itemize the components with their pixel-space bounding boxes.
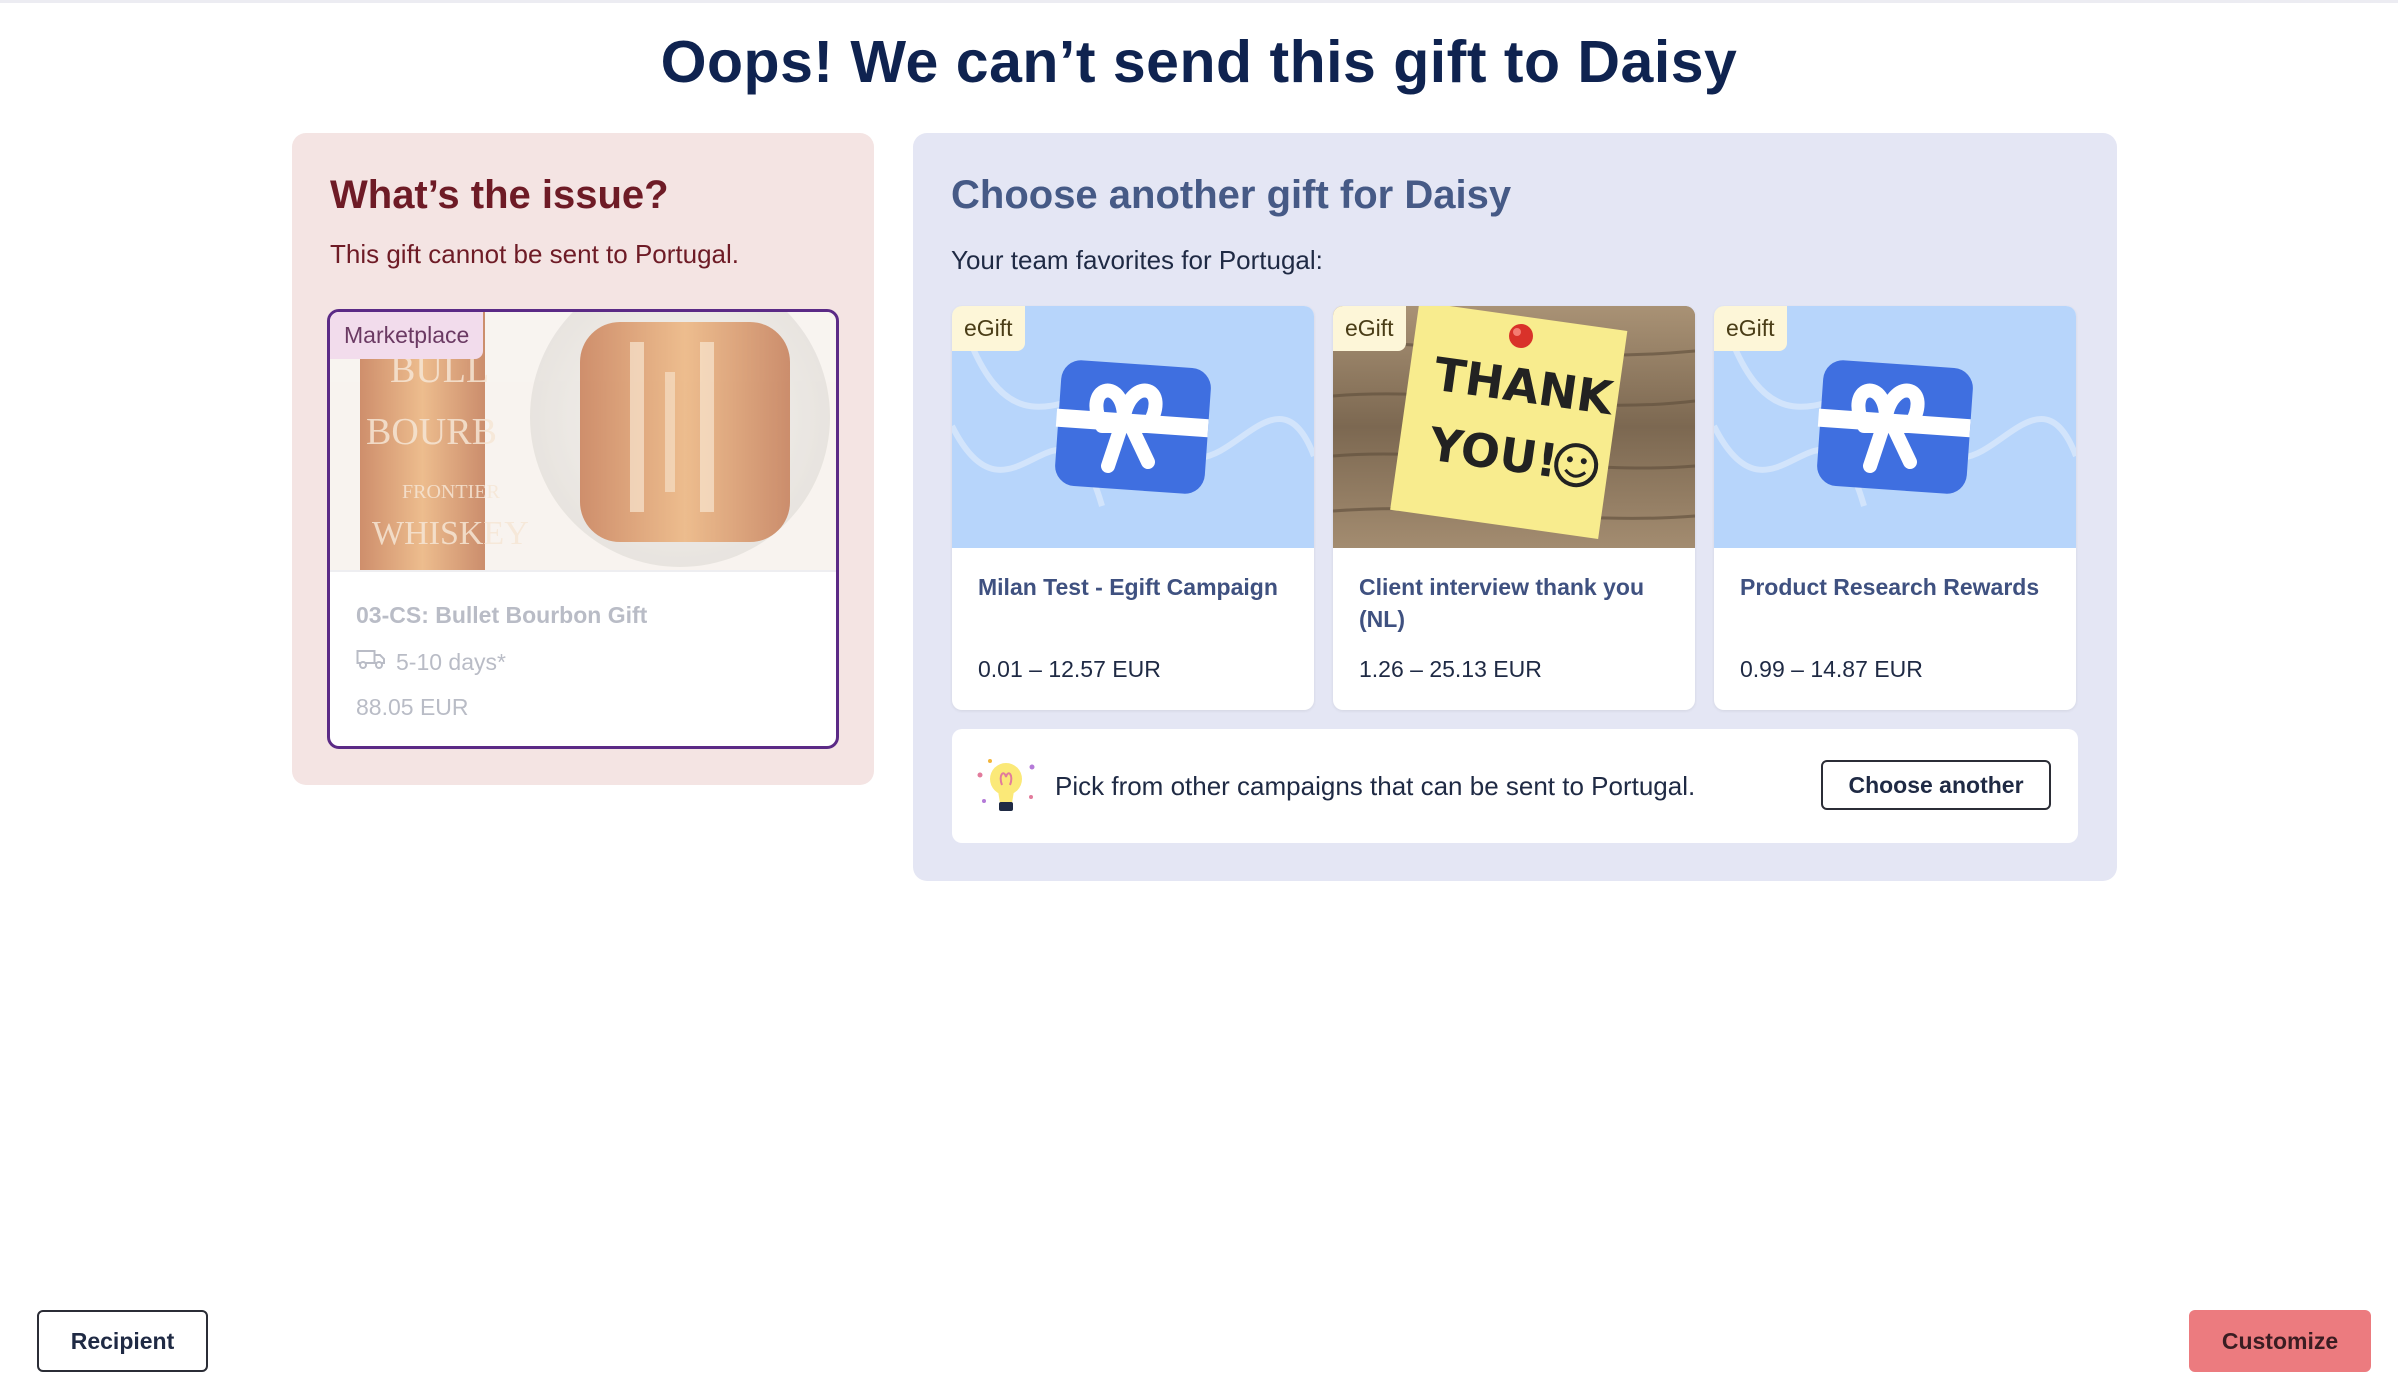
issue-message: This gift cannot be sent to Portugal.	[330, 239, 740, 269]
unavailable-gift-card[interactable]: Marketplace BULL BOURB FRONTIER WHISKEY …	[327, 309, 839, 749]
gift-option-card[interactable]: eGift THANK YOU! Client interview thank …	[1333, 306, 1695, 710]
team-favorites-label: Your team favorites for Portugal:	[951, 245, 1323, 275]
page-title: Oops! We can’t send this gift to Daisy	[660, 29, 1738, 95]
other-campaigns-box: Pick from other campaigns that can be se…	[952, 729, 2078, 843]
recipient-button[interactable]: Recipient	[37, 1310, 208, 1372]
lightbulb-icon	[974, 755, 1038, 817]
gift-option-card[interactable]: eGift Milan Test - Egift Campaign 0.01 –…	[952, 306, 1314, 710]
top-divider	[0, 0, 2398, 3]
gift-option-price: 1.26 – 25.13 EUR	[1359, 656, 1542, 682]
unavailable-gift-name: 03-CS: Bullet Bourbon Gift	[356, 602, 648, 628]
marketplace-badge: Marketplace	[330, 312, 484, 359]
delivery-time-text: 5-10 days*	[396, 648, 506, 675]
svg-text:BOURB: BOURB	[366, 411, 497, 453]
customize-button[interactable]: Customize	[2189, 1310, 2371, 1372]
issue-panel: What’s the issue? This gift cannot be se…	[292, 133, 874, 785]
alternatives-panel: Choose another gift for Daisy Your team …	[913, 133, 2117, 881]
gift-option-name: Milan Test - Egift Campaign	[978, 574, 1278, 600]
unavailable-gift-price: 88.05 EUR	[356, 694, 469, 720]
gift-option-name: Client interview thank you (NL)	[1359, 574, 1644, 632]
egift-badge: eGift	[1333, 306, 1406, 351]
gift-option-price: 0.99 – 14.87 EUR	[1740, 656, 1923, 682]
truck-icon	[356, 648, 386, 676]
gift-option-price: 0.01 – 12.57 EUR	[978, 656, 1161, 682]
svg-text:WHISKEY: WHISKEY	[372, 515, 529, 552]
delivery-time: 5-10 days*	[356, 648, 506, 676]
alternatives-heading: Choose another gift for Daisy	[951, 173, 1512, 217]
choose-another-button[interactable]: Choose another	[1821, 760, 2051, 810]
issue-heading: What’s the issue?	[330, 173, 669, 217]
gift-option-name: Product Research Rewards	[1740, 574, 2040, 600]
egift-badge: eGift	[1714, 306, 1787, 351]
egift-badge: eGift	[952, 306, 1025, 351]
svg-text:FRONTIER: FRONTIER	[402, 481, 500, 503]
gift-option-card[interactable]: eGift Product Research Rewards 0.99 – 14…	[1714, 306, 2076, 710]
other-campaigns-text: Pick from other campaigns that can be se…	[1055, 771, 1696, 801]
